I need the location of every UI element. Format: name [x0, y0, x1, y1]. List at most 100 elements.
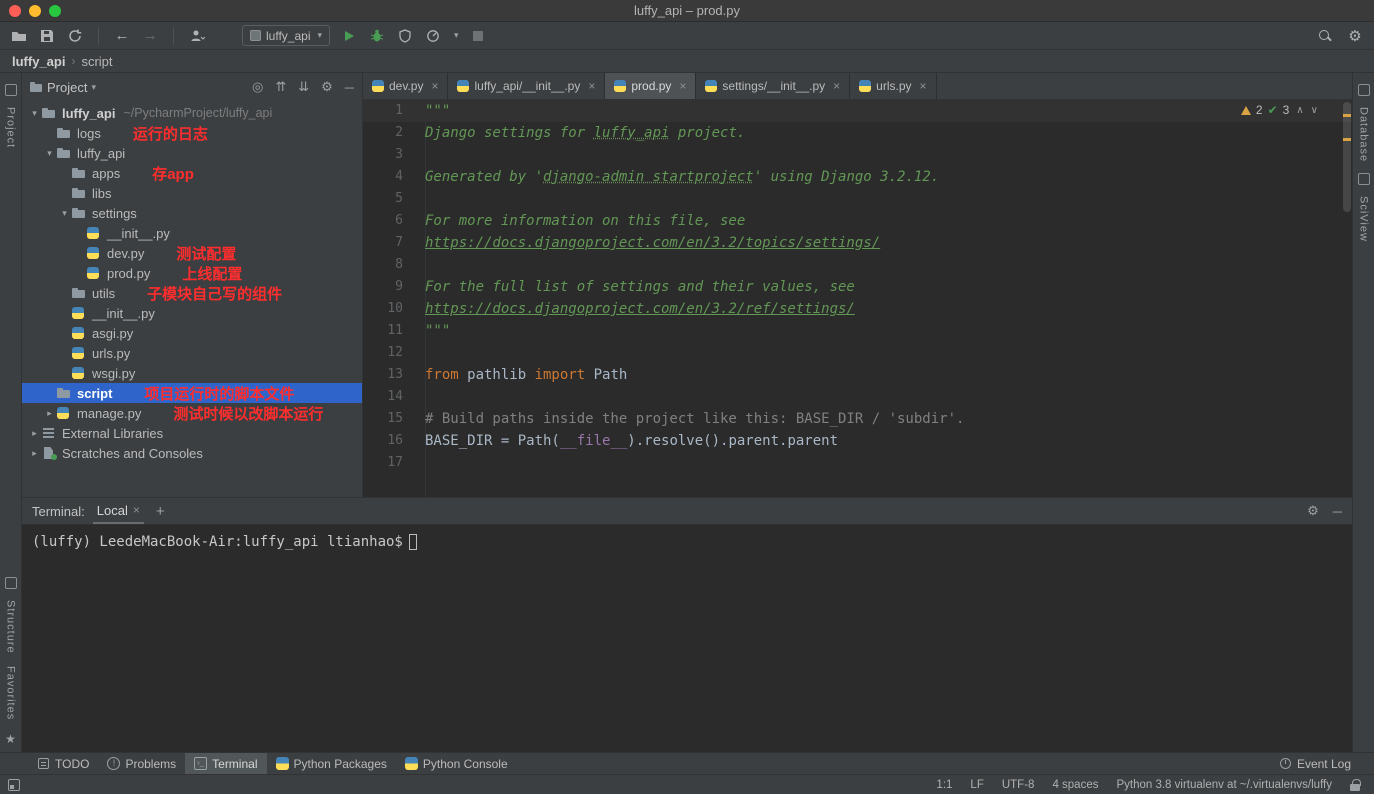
minimize-window-button[interactable] — [29, 4, 41, 17]
code-text[interactable]: Generated by 'django-admin startproject'… — [417, 166, 939, 188]
tree-item-urls.py[interactable]: urls.py — [22, 343, 362, 363]
code-line[interactable]: 5 — [363, 188, 1352, 210]
line-number[interactable]: 8 — [363, 254, 417, 276]
chevron-right-icon[interactable]: ▸ — [43, 408, 56, 419]
code-line[interactable]: 12 — [363, 342, 1352, 364]
tree-item-dev.py[interactable]: dev.py 测试配置 — [22, 243, 362, 263]
tree-item-prod.py[interactable]: prod.py 上线配置 — [22, 263, 362, 283]
project-panel-title[interactable]: Project — [47, 80, 87, 95]
code-text[interactable]: BASE_DIR = Path(__file__).resolve().pare… — [417, 430, 838, 452]
line-number[interactable]: 14 — [363, 386, 417, 408]
editor-tab-settings-init-.py[interactable]: settings/__init__.py × — [696, 73, 851, 99]
line-number[interactable]: 11 — [363, 320, 417, 342]
tree-item-script[interactable]: script 项目运行时的脚本文件 — [22, 383, 362, 403]
editor-tab-urls.py[interactable]: urls.py × — [850, 73, 937, 99]
collapse-all-icon[interactable]: ⇊ — [298, 79, 309, 95]
editor-tab-luffy-api-init-.py[interactable]: luffy_api/__init__.py × — [448, 73, 606, 99]
tree-item-external-libraries[interactable]: ▸ External Libraries — [22, 423, 362, 443]
sync-icon[interactable] — [66, 27, 84, 45]
code-text[interactable]: For the full list of settings and their … — [417, 276, 855, 298]
stop-button[interactable] — [469, 27, 487, 45]
toolwindow-tab-problems[interactable]: Problems — [98, 753, 185, 774]
chevron-down-icon[interactable]: ▾ — [43, 148, 56, 159]
line-number[interactable]: 4 — [363, 166, 417, 188]
forward-icon[interactable]: → — [141, 27, 159, 45]
code-line[interactable]: 2 Django settings for luffy_api project. — [363, 122, 1352, 144]
chevron-down-icon[interactable]: ▾ — [454, 30, 459, 41]
code-text[interactable] — [417, 188, 425, 210]
line-number[interactable]: 2 — [363, 122, 417, 144]
project-tool-icon[interactable] — [4, 84, 17, 96]
toolwindow-tab-todo[interactable]: TODO — [28, 753, 98, 774]
database-rail-button[interactable]: Database — [1358, 107, 1370, 162]
chevron-down-icon[interactable]: ▾ — [28, 108, 41, 119]
code-line[interactable]: 15 # Build paths inside the project like … — [363, 408, 1352, 430]
tree-item-wsgi.py[interactable]: wsgi.py — [22, 363, 362, 383]
code-text[interactable]: https://docs.djangoproject.com/en/3.2/re… — [417, 298, 855, 320]
user-profile-icon[interactable] — [188, 27, 206, 45]
code-line[interactable]: 8 — [363, 254, 1352, 276]
line-number[interactable]: 17 — [363, 452, 417, 474]
structure-tool-icon[interactable] — [4, 577, 17, 590]
line-number[interactable]: 9 — [363, 276, 417, 298]
hide-panel-icon[interactable]: ─ — [345, 80, 354, 95]
code-text[interactable]: Django settings for luffy_api project. — [417, 122, 745, 144]
profiler-icon[interactable] — [424, 27, 442, 45]
line-number[interactable]: 1 — [363, 100, 417, 122]
file-encoding[interactable]: UTF-8 — [1002, 779, 1035, 791]
event-log-button[interactable]: Event Log — [1270, 757, 1360, 771]
sciview-tool-icon[interactable] — [1357, 173, 1370, 186]
chevron-down-icon[interactable]: ▾ — [91, 82, 96, 93]
favorites-rail-button[interactable]: Favorites — [5, 666, 17, 720]
code-text[interactable]: # Build paths inside the project like th… — [417, 408, 964, 430]
next-issue-icon[interactable]: ∨ — [1311, 105, 1318, 116]
run-configuration-selector[interactable]: luffy_api ▾ — [242, 25, 331, 46]
code-text[interactable] — [417, 254, 425, 276]
tree-item-logs[interactable]: logs 运行的日志 — [22, 123, 362, 143]
code-line[interactable]: 11 """ — [363, 320, 1352, 342]
code-line[interactable]: 14 — [363, 386, 1352, 408]
indent-setting[interactable]: 4 spaces — [1052, 779, 1098, 791]
zoom-window-button[interactable] — [49, 4, 61, 17]
line-number[interactable]: 6 — [363, 210, 417, 232]
close-tab-icon[interactable]: × — [920, 79, 927, 93]
search-everywhere-icon[interactable] — [1316, 27, 1334, 45]
close-tab-icon[interactable]: × — [833, 79, 840, 93]
expand-all-icon[interactable]: ⇈ — [275, 79, 286, 95]
open-folder-icon[interactable] — [10, 27, 28, 45]
database-tool-icon[interactable] — [1357, 84, 1370, 96]
tree-item-libs[interactable]: libs — [22, 183, 362, 203]
code-line[interactable]: 10 https://docs.djangoproject.com/en/3.2/… — [363, 298, 1352, 320]
hide-terminal-icon[interactable]: ─ — [1333, 504, 1342, 519]
save-all-icon[interactable] — [38, 27, 56, 45]
code-line[interactable]: 7 https://docs.djangoproject.com/en/3.2/t… — [363, 232, 1352, 254]
code-text[interactable]: """ — [417, 320, 450, 342]
warning-stripe-mark[interactable] — [1343, 114, 1351, 117]
toolwindow-tab-python-console[interactable]: Python Console — [396, 753, 517, 774]
editor-tab-prod.py[interactable]: prod.py × — [605, 73, 697, 99]
code-text[interactable] — [417, 386, 425, 408]
code-line[interactable]: 6 For more information on this file, see — [363, 210, 1352, 232]
locate-file-icon[interactable]: ◎ — [252, 79, 263, 95]
close-tab-icon[interactable]: × — [588, 79, 595, 93]
tree-item-asgi.py[interactable]: asgi.py — [22, 323, 362, 343]
tree-item-utils[interactable]: utils 子模块自己写的组件 — [22, 283, 362, 303]
line-number[interactable]: 5 — [363, 188, 417, 210]
code-text[interactable]: from pathlib import Path — [417, 364, 627, 386]
run-button[interactable] — [340, 27, 358, 45]
terminal-settings-gear-icon[interactable]: ⚙ — [1307, 503, 1319, 519]
debug-button[interactable] — [368, 27, 386, 45]
panel-settings-gear-icon[interactable]: ⚙ — [321, 79, 333, 95]
code-text[interactable]: https://docs.djangoproject.com/en/3.2/to… — [417, 232, 880, 254]
code-line[interactable]: 4 Generated by 'django-admin startproject… — [363, 166, 1352, 188]
code-line[interactable]: 13 from pathlib import Path — [363, 364, 1352, 386]
line-number[interactable]: 10 — [363, 298, 417, 320]
code-text[interactable] — [417, 144, 425, 166]
code-line[interactable]: 3 — [363, 144, 1352, 166]
sciview-rail-button[interactable]: SciView — [1358, 196, 1370, 242]
tree-item-manage.py[interactable]: ▸ manage.py 测试时候以改脚本运行 — [22, 403, 362, 423]
close-window-button[interactable] — [9, 4, 21, 17]
toolwindow-tab-python-packages[interactable]: Python Packages — [267, 753, 396, 774]
editor-tab-dev.py[interactable]: dev.py × — [363, 73, 449, 99]
code-line[interactable]: 16 BASE_DIR = Path(__file__).resolve().pa… — [363, 430, 1352, 452]
